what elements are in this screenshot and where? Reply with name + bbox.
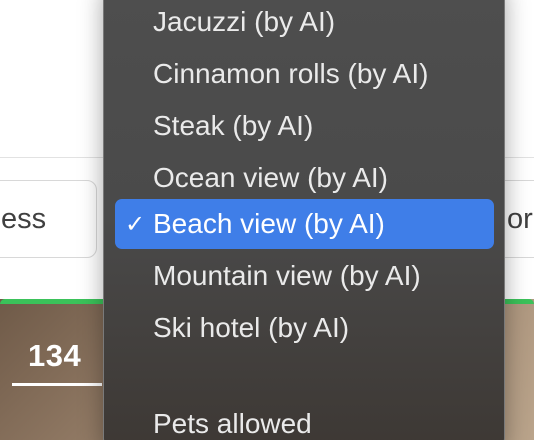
menu-item-cinnamon-rolls[interactable]: Cinnamon rolls (by AI) — [115, 49, 494, 99]
menu-item-label: Pets allowed — [153, 408, 312, 439]
menu-item-pets-allowed[interactable]: Pets allowed — [115, 399, 494, 440]
menu-item-label: Beach view (by AI) — [153, 208, 385, 239]
dropdown-menu: Jacuzzi (by AI) Cinnamon rolls (by AI) S… — [103, 0, 505, 440]
page: ess or 134 Jacuzzi (by AI) Cinnamon roll… — [0, 0, 534, 440]
menu-item-ocean-view[interactable]: Ocean view (by AI) — [115, 153, 494, 203]
menu-item-ski-hotel[interactable]: Ski hotel (by AI) — [115, 303, 494, 353]
search-input-value: ess — [1, 202, 47, 235]
menu-item-beach-view[interactable]: ✓ Beach view (by AI) — [115, 199, 494, 249]
menu-item-label: Mountain view (by AI) — [153, 260, 421, 291]
menu-item-label: Ocean view (by AI) — [153, 162, 388, 193]
menu-item-steak[interactable]: Steak (by AI) — [115, 101, 494, 151]
menu-item-jacuzzi[interactable]: Jacuzzi (by AI) — [115, 0, 494, 47]
filter-button-label: or — [507, 202, 533, 235]
search-input[interactable]: ess — [0, 180, 97, 258]
menu-item-label: Ski hotel (by AI) — [153, 312, 350, 343]
menu-item-label: Steak (by AI) — [153, 110, 314, 141]
menu-item-label: Jacuzzi (by AI) — [153, 6, 336, 37]
menu-item-mountain-view[interactable]: Mountain view (by AI) — [115, 251, 494, 301]
count-underline — [12, 383, 102, 386]
checkmark-icon: ✓ — [125, 210, 146, 238]
menu-item-label: Cinnamon rolls (by AI) — [153, 58, 429, 89]
count-label: 134 — [28, 338, 82, 373]
